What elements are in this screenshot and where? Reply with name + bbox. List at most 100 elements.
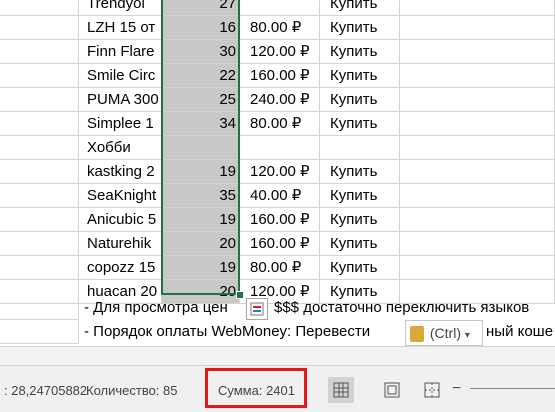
- cell[interactable]: [400, 208, 555, 232]
- quantity-cell[interactable]: 34: [162, 112, 240, 136]
- cell[interactable]: [0, 0, 79, 16]
- table-row[interactable]: LZH 15 от 16 80.00 ₽ Купить: [0, 16, 555, 40]
- table-row[interactable]: Naturehik 20 160.00 ₽ Купить: [0, 232, 555, 256]
- price-cell[interactable]: 160.00 ₽: [240, 208, 320, 232]
- buy-link-cell[interactable]: Купить: [320, 160, 400, 184]
- product-name-cell[interactable]: Хобби: [79, 136, 162, 160]
- note-text-1-tail: $$$ достаточно переключить языков: [274, 299, 530, 316]
- product-name-cell[interactable]: Finn Flare: [79, 40, 162, 64]
- table-row[interactable]: PUMA 300 25 240.00 ₽ Купить: [0, 88, 555, 112]
- price-cell[interactable]: [240, 0, 320, 16]
- cell[interactable]: [400, 40, 555, 64]
- cell[interactable]: [400, 88, 555, 112]
- price-cell[interactable]: 160.00 ₽: [240, 232, 320, 256]
- cell[interactable]: [0, 160, 79, 184]
- zoom-slider[interactable]: [470, 388, 555, 389]
- quantity-cell[interactable]: 27: [162, 0, 240, 16]
- cell[interactable]: [0, 112, 79, 136]
- table-row[interactable]: Finn Flare 30 120.00 ₽ Купить: [0, 40, 555, 64]
- price-cell[interactable]: 40.00 ₽: [240, 184, 320, 208]
- quantity-cell[interactable]: 25: [162, 88, 240, 112]
- cell[interactable]: [0, 136, 79, 160]
- product-name-cell[interactable]: Trendyol: [79, 0, 162, 16]
- product-name-cell[interactable]: Simplee 1: [79, 112, 162, 136]
- table-row[interactable]: Trendyol 27 Купить: [0, 0, 555, 16]
- cell[interactable]: [400, 160, 555, 184]
- note-row-1[interactable]: - Для просмотра цен $$$ достаточно перек…: [0, 296, 555, 320]
- zoom-out-button[interactable]: −: [452, 380, 461, 398]
- buy-link-cell[interactable]: Купить: [320, 112, 400, 136]
- cell[interactable]: [400, 64, 555, 88]
- product-name-cell[interactable]: Anicubic 5: [79, 208, 162, 232]
- buy-link-cell[interactable]: Купить: [320, 232, 400, 256]
- quantity-cell[interactable]: 22: [162, 64, 240, 88]
- quantity-cell[interactable]: 20: [162, 232, 240, 256]
- price-cell[interactable]: 120.00 ₽: [240, 160, 320, 184]
- page-break-view-button[interactable]: [419, 377, 445, 403]
- cell[interactable]: [0, 208, 79, 232]
- quantity-cell[interactable]: [162, 136, 240, 160]
- quantity-cell[interactable]: 16: [162, 16, 240, 40]
- table-row[interactable]: kastking 2 19 120.00 ₽ Купить: [0, 160, 555, 184]
- cell[interactable]: [400, 256, 555, 280]
- price-cell[interactable]: [240, 136, 320, 160]
- buy-link-cell[interactable]: Купить: [320, 64, 400, 88]
- quantity-cell[interactable]: 19: [162, 208, 240, 232]
- quantity-cell[interactable]: 30: [162, 40, 240, 64]
- table-row[interactable]: Anicubic 5 19 160.00 ₽ Купить: [0, 208, 555, 232]
- cell[interactable]: [0, 64, 79, 88]
- table-row[interactable]: SeaKnight 35 40.00 ₽ Купить: [0, 184, 555, 208]
- product-name-cell[interactable]: Smile Circ: [79, 64, 162, 88]
- cell[interactable]: [400, 136, 555, 160]
- table-row[interactable]: Simplee 1 34 80.00 ₽ Купить: [0, 112, 555, 136]
- table-row[interactable]: copozz 15 19 80.00 ₽ Купить: [0, 256, 555, 280]
- buy-link-cell[interactable]: Купить: [320, 88, 400, 112]
- quantity-cell[interactable]: 19: [162, 256, 240, 280]
- cell[interactable]: [400, 0, 555, 16]
- cell[interactable]: [0, 88, 79, 112]
- buy-link-cell[interactable]: Купить: [320, 0, 400, 16]
- buy-link-cell[interactable]: Купить: [320, 256, 400, 280]
- quantity-cell[interactable]: 19: [162, 160, 240, 184]
- price-cell[interactable]: 120.00 ₽: [240, 40, 320, 64]
- buy-link-cell[interactable]: [320, 136, 400, 160]
- quick-analysis-button[interactable]: [246, 298, 268, 320]
- page-layout-view-button[interactable]: [379, 377, 405, 403]
- table-row[interactable]: Smile Circ 22 160.00 ₽ Купить: [0, 64, 555, 88]
- status-bar: : 28,24705882 Количество: 85 Сумма: 2401…: [0, 366, 555, 412]
- product-name-cell[interactable]: LZH 15 от: [79, 16, 162, 40]
- price-cell[interactable]: 160.00 ₽: [240, 64, 320, 88]
- fill-handle[interactable]: [236, 291, 244, 299]
- price-cell[interactable]: 240.00 ₽: [240, 88, 320, 112]
- price-cell[interactable]: 80.00 ₽: [240, 16, 320, 40]
- normal-view-button[interactable]: [328, 377, 354, 403]
- buy-link-cell[interactable]: Купить: [320, 40, 400, 64]
- buy-link-cell[interactable]: Купить: [320, 208, 400, 232]
- cell[interactable]: [0, 184, 79, 208]
- horizontal-scrollbar[interactable]: [0, 346, 555, 366]
- buy-link-cell[interactable]: Купить: [320, 16, 400, 40]
- price-cell[interactable]: 80.00 ₽: [240, 112, 320, 136]
- cell[interactable]: [0, 16, 79, 40]
- status-sum: Сумма: 2401: [218, 383, 295, 398]
- product-name-cell[interactable]: copozz 15: [79, 256, 162, 280]
- product-name-cell[interactable]: SeaKnight: [79, 184, 162, 208]
- cell[interactable]: [400, 184, 555, 208]
- cell[interactable]: [0, 320, 79, 344]
- cell[interactable]: [400, 232, 555, 256]
- price-cell[interactable]: 80.00 ₽: [240, 256, 320, 280]
- cell[interactable]: [0, 40, 79, 64]
- cell[interactable]: [400, 112, 555, 136]
- cell[interactable]: [0, 296, 79, 320]
- cell[interactable]: [0, 232, 79, 256]
- product-name-cell[interactable]: Naturehik: [79, 232, 162, 256]
- spreadsheet-grid[interactable]: Trendyol 27 Купить LZH 15 от 16 80.00 ₽ Купить…: [0, 0, 555, 346]
- cell[interactable]: [0, 256, 79, 280]
- product-name-cell[interactable]: PUMA 300: [79, 88, 162, 112]
- paste-options-button[interactable]: (Ctrl) ▾: [405, 320, 483, 346]
- buy-link-cell[interactable]: Купить: [320, 184, 400, 208]
- table-row[interactable]: Хобби: [0, 136, 555, 160]
- quantity-cell[interactable]: 35: [162, 184, 240, 208]
- cell[interactable]: [400, 16, 555, 40]
- product-name-cell[interactable]: kastking 2: [79, 160, 162, 184]
